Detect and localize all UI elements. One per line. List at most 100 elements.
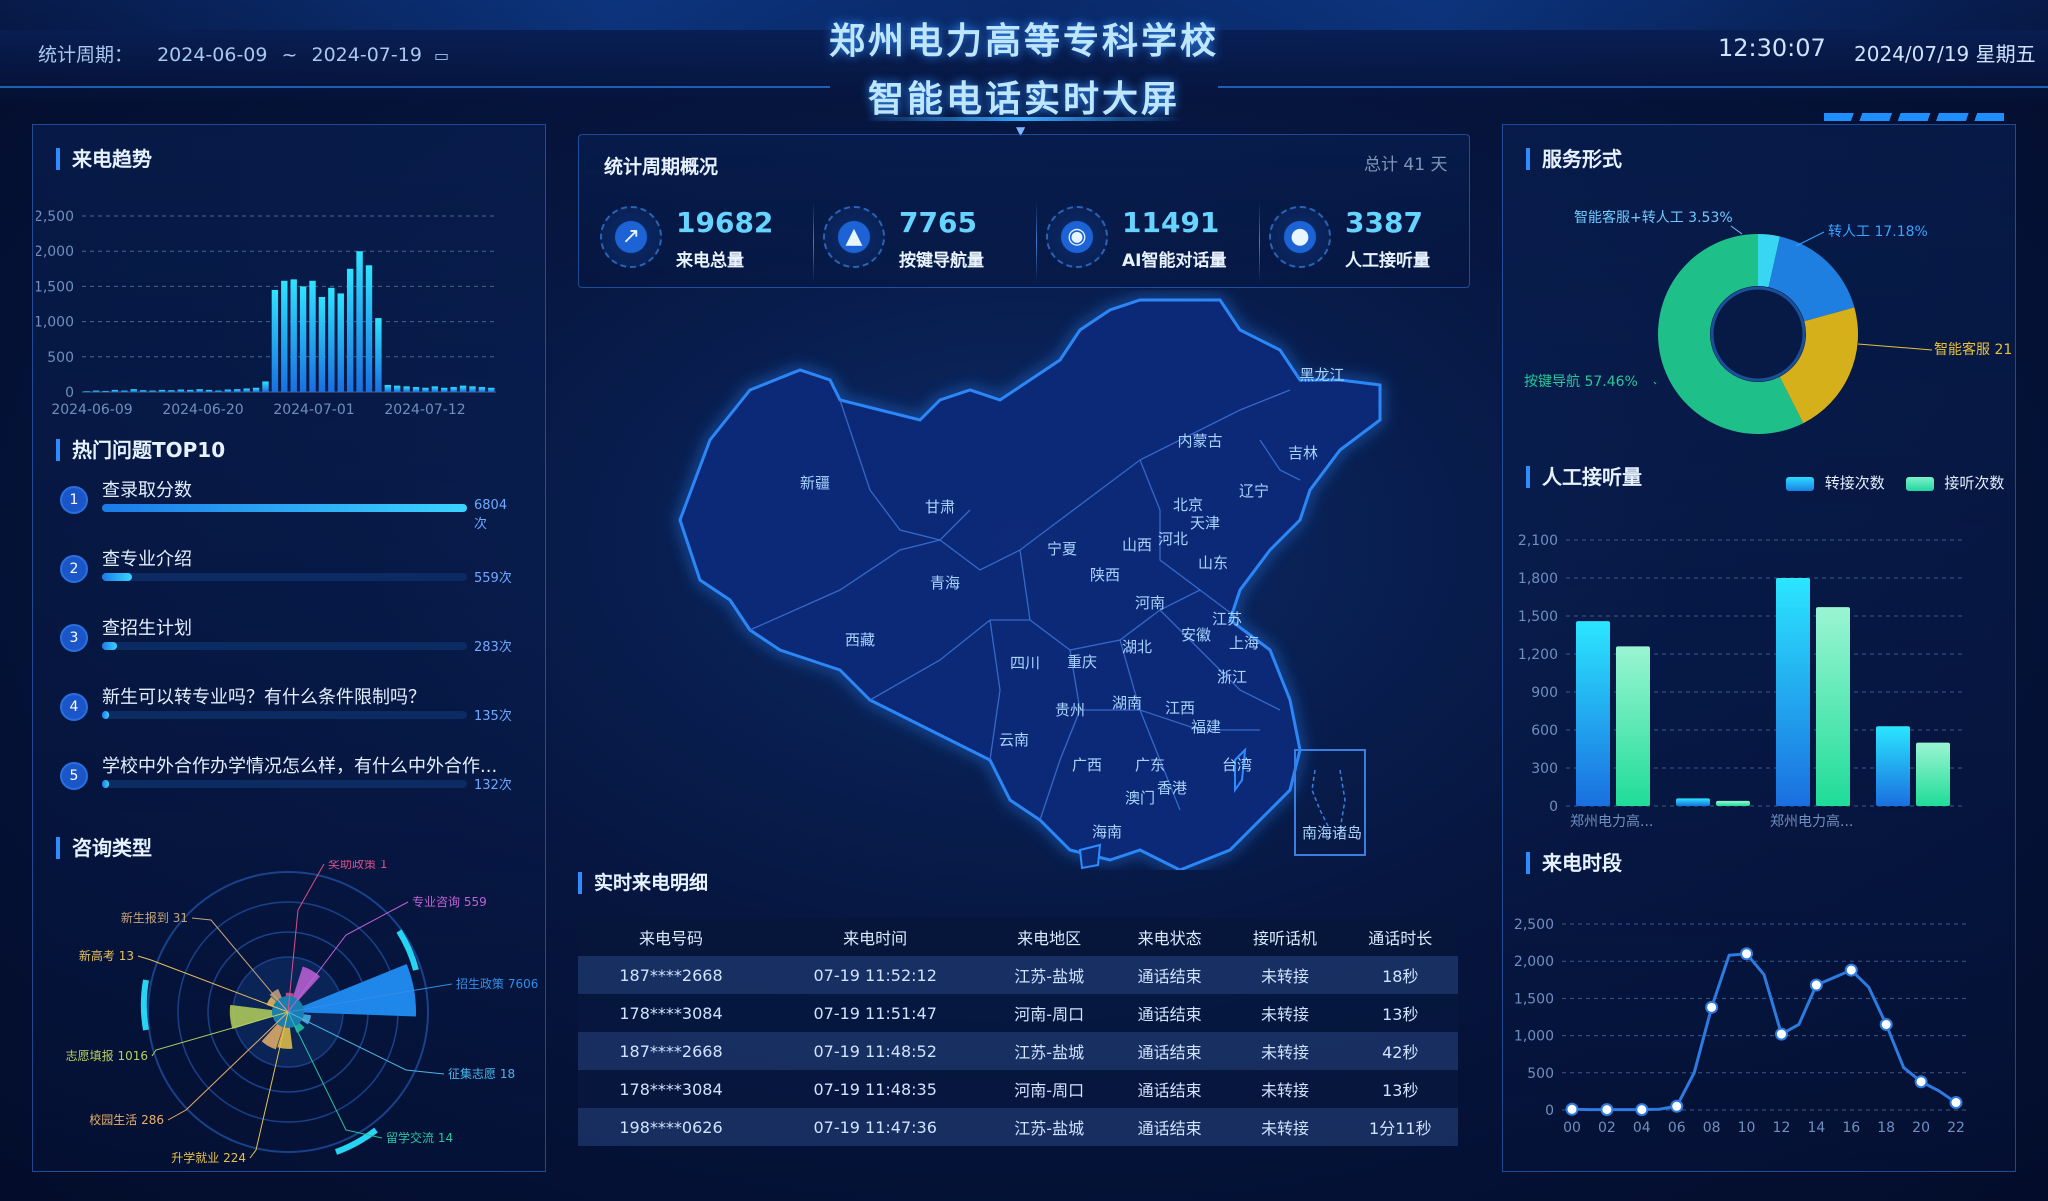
column-header: 通话时长	[1342, 918, 1458, 956]
trend-bar	[328, 287, 335, 392]
progress-fill	[102, 573, 132, 581]
x-tick-label: 郑州电力高...	[1570, 813, 1653, 830]
trend-bar	[262, 381, 269, 392]
province-label: 甘肃	[925, 498, 955, 516]
manual-bar	[1876, 726, 1910, 806]
trend-bar	[299, 286, 307, 392]
province-label: 安徽	[1181, 626, 1211, 644]
manual-title: 人工接听量	[1526, 466, 1642, 488]
trend-bar	[158, 389, 166, 392]
consult-label: 专业咨询 559	[412, 894, 487, 909]
hourly-point	[1879, 1017, 1893, 1031]
trend-bar	[187, 389, 194, 392]
progress-fill	[102, 780, 109, 788]
table-cell: 07-19 11:48:35	[764, 1070, 987, 1108]
y-tick-label: 0	[1549, 799, 1558, 815]
trend-bar	[375, 318, 382, 392]
trend-bar	[450, 387, 457, 392]
y-tick-label: 1,000	[1514, 1029, 1554, 1045]
y-tick-label: 0	[65, 385, 74, 401]
kpi-value: 19682	[676, 206, 774, 239]
trend-bar	[412, 387, 420, 392]
x-tick-label: 10	[1738, 1120, 1756, 1136]
province-label: 四川	[1010, 654, 1040, 672]
table-row[interactable]: 178****3084 07-19 11:48:35 河南-周口 通话结束 未转接 13秒	[578, 1070, 1458, 1108]
trend-bar	[384, 384, 391, 392]
province-label: 上海	[1229, 634, 1259, 652]
province-label: 内蒙古	[1177, 432, 1222, 450]
y-tick-label: 300	[1531, 761, 1558, 777]
column-header: 来电地区	[986, 918, 1113, 956]
province-label: 天津	[1190, 514, 1220, 532]
realtime-table: 来电号码 来电时间 来电地区 来电状态 接听话机 通话时长 187****2668 07-1…	[578, 918, 1458, 1146]
stat-period-label: 统计周期：	[38, 44, 134, 66]
x-tick-label: 20	[1912, 1120, 1930, 1136]
hourly-point	[1600, 1103, 1614, 1117]
legend-swatch-transfer	[1786, 476, 1814, 491]
kpi-value: 3387	[1345, 206, 1423, 239]
top10-item[interactable]: 4 新生可以转专业吗？有什么条件限制吗？ 135次	[60, 683, 520, 733]
hourly-point	[1705, 1000, 1719, 1014]
hourly-chart: 0 500 1,000 1,500 2,000 2,500 00 02 04 06 08 10 12 14…	[1514, 917, 1966, 1136]
end-date[interactable]: 2024-07-19	[312, 44, 422, 66]
province-label: 河北	[1158, 530, 1188, 548]
china-map[interactable]: 新疆西藏 青海 甘肃 内蒙古 黑龙江吉林辽宁北京天津河北山西 宁夏陕西 山东河南江苏安徽 上海…	[640, 290, 1430, 870]
x-tick-label: 12	[1773, 1120, 1791, 1136]
y-tick-label: 900	[1531, 685, 1558, 701]
table-row[interactable]: 178****3084 07-19 11:51:47 河南-周口 通话结束 未转接 13秒	[578, 994, 1458, 1032]
hainan-shape	[1078, 843, 1102, 870]
trend-bar	[394, 385, 401, 392]
navigation-icon: ▲	[823, 206, 885, 268]
manual-bar	[1716, 800, 1750, 806]
y-tick-label: 1,200	[1518, 647, 1558, 663]
y-tick-label: 500	[1527, 1066, 1554, 1082]
table-row[interactable]: 187****2668 07-19 11:48:52 江苏-盐城 通话结束 未转接 42秒	[578, 1032, 1458, 1070]
start-date[interactable]: 2024-06-09	[157, 44, 267, 66]
service-label: 智能客服 21.83%	[1934, 341, 2012, 358]
x-tick-label: 2024-06-09	[51, 402, 132, 418]
kpi-card: ↗ 19682 来电总量	[596, 200, 812, 280]
progress-track	[102, 711, 467, 719]
question-text: 查专业介绍	[102, 549, 192, 570]
province-label: 江苏	[1212, 610, 1242, 628]
table-cell: 通话结束	[1112, 956, 1228, 994]
donut-hole	[1710, 286, 1806, 382]
service-label: 转人工 17.18%	[1828, 224, 1928, 240]
top10-item[interactable]: 2 查专业介绍 559次	[60, 545, 520, 595]
table-row[interactable]: 198****0626 07-19 11:47:36 江苏-盐城 通话结束 未转接 1分1…	[578, 1108, 1458, 1146]
trend-bar	[111, 389, 119, 392]
trend-bar	[215, 390, 222, 392]
table-cell: 07-19 11:48:52	[764, 1032, 987, 1070]
progress-track	[102, 642, 467, 650]
x-tick-label: 08	[1703, 1120, 1721, 1136]
x-tick-label: 18	[1877, 1120, 1895, 1136]
hourly-point	[1635, 1103, 1649, 1117]
hourly-point	[1844, 963, 1858, 977]
legend-transfer[interactable]: 转接次数	[1825, 474, 1885, 492]
trend-bar	[478, 387, 486, 392]
manual-bar	[1676, 798, 1710, 806]
table-row[interactable]: 187****2668 07-19 11:52:12 江苏-盐城 通话结束 未转接 18秒	[578, 956, 1458, 994]
x-tick-label: 22	[1947, 1120, 1965, 1136]
column-header: 来电状态	[1112, 918, 1228, 956]
rank-badge: 1	[60, 486, 88, 514]
legend-answer[interactable]: 接听次数	[1944, 474, 2004, 492]
province-label: 北京	[1173, 496, 1203, 514]
y-tick-label: 1,000	[36, 315, 74, 331]
top10-item[interactable]: 1 查录取分数 6804次	[60, 476, 520, 532]
x-tick-label: 郑州电力高...	[1770, 813, 1853, 830]
province-label: 湖南	[1112, 694, 1142, 712]
table-cell: 178****3084	[578, 1070, 764, 1108]
table-cell: 18秒	[1342, 956, 1458, 994]
top10-item[interactable]: 5 学校中外合作办学情况怎么样，有什么中外合作... 132次	[60, 752, 520, 802]
province-label: 宁夏	[1047, 540, 1077, 558]
top10-item[interactable]: 3 查招生计划 283次	[60, 614, 520, 664]
kpi-label: AI智能对话量	[1122, 251, 1227, 271]
province-label: 吉林	[1288, 444, 1318, 462]
table-cell: 42秒	[1342, 1032, 1458, 1070]
table-cell: 07-19 11:47:36	[764, 1108, 987, 1146]
table-cell: 198****0626	[578, 1108, 764, 1146]
calendar-icon[interactable]: ▭	[434, 46, 449, 65]
province-label: 西藏	[845, 631, 875, 649]
table-cell: 13秒	[1342, 1070, 1458, 1108]
